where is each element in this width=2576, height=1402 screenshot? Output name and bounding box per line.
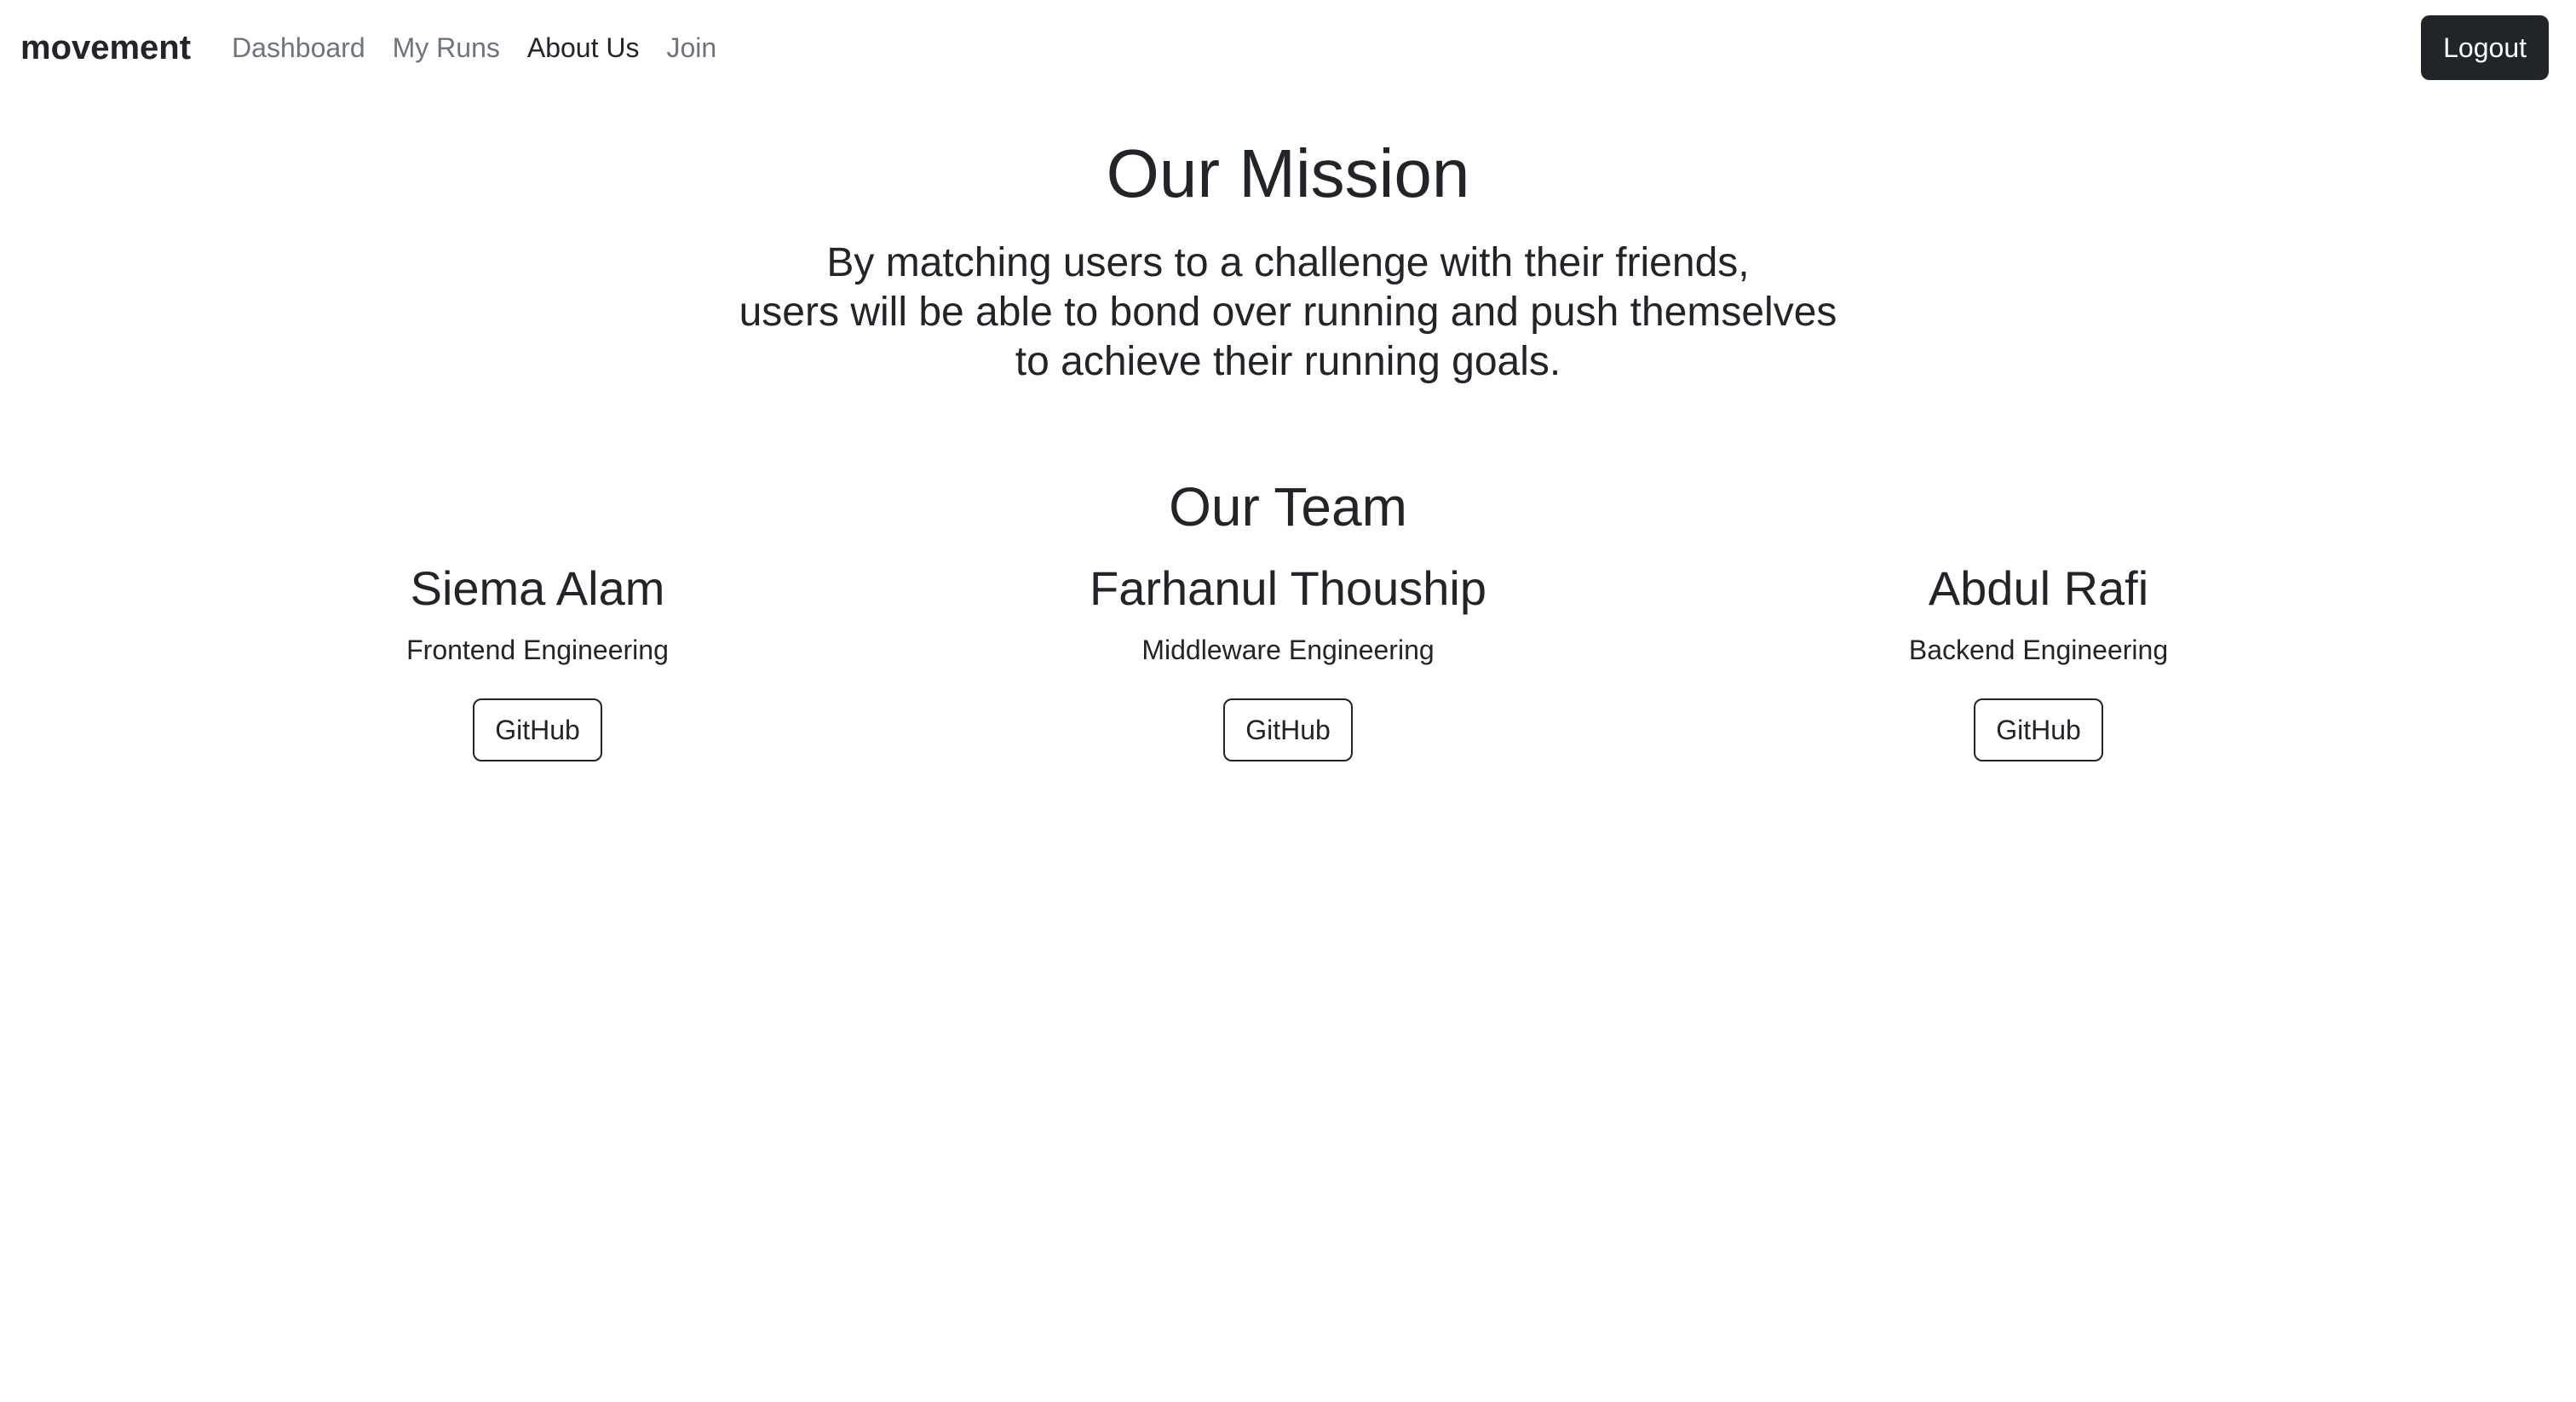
member-name: Abdul Rafi	[1928, 561, 2149, 616]
team-title: Our Team	[1169, 476, 1407, 537]
mission-section: Our Mission By matching users to a chall…	[0, 136, 2576, 387]
mission-text: By matching users to a challenge with th…	[0, 238, 2576, 387]
team-member-card: Siema Alam Frontend Engineering GitHub	[163, 561, 913, 762]
logout-button[interactable]: Logout	[2421, 15, 2549, 80]
team-member-card: Farhanul Thouship Middleware Engineering…	[913, 561, 1664, 762]
mission-line: By matching users to a challenge with th…	[826, 240, 1750, 285]
member-role: Backend Engineering	[1908, 634, 2169, 665]
github-button[interactable]: GitHub	[1974, 698, 2103, 762]
mission-title: Our Mission	[1106, 135, 1470, 211]
mission-line: to achieve their running goals.	[1015, 339, 1561, 384]
nav-link-about-us[interactable]: About Us	[527, 32, 640, 64]
member-role: Middleware Engineering	[1141, 634, 1435, 665]
brand-logo[interactable]: movement	[20, 29, 191, 67]
nav-link-dashboard[interactable]: Dashboard	[232, 32, 365, 64]
github-button[interactable]: GitHub	[1223, 698, 1353, 762]
mission-line: users will be able to bond over running …	[739, 290, 1837, 335]
navbar: movement Dashboard My Runs About Us Join…	[0, 0, 2576, 95]
member-role: Frontend Engineering	[406, 634, 669, 665]
nav-link-join[interactable]: Join	[666, 32, 716, 64]
team-member-card: Abdul Rafi Backend Engineering GitHub	[1664, 561, 2414, 762]
nav-links: Dashboard My Runs About Us Join	[232, 32, 716, 64]
nav-link-my-runs[interactable]: My Runs	[393, 32, 500, 64]
team-members: Siema Alam Frontend Engineering GitHub F…	[163, 561, 2414, 762]
team-section: Our Team Siema Alam Frontend Engineering…	[0, 476, 2576, 762]
github-button[interactable]: GitHub	[473, 698, 602, 762]
member-name: Siema Alam	[410, 561, 665, 616]
member-name: Farhanul Thouship	[1090, 561, 1486, 616]
